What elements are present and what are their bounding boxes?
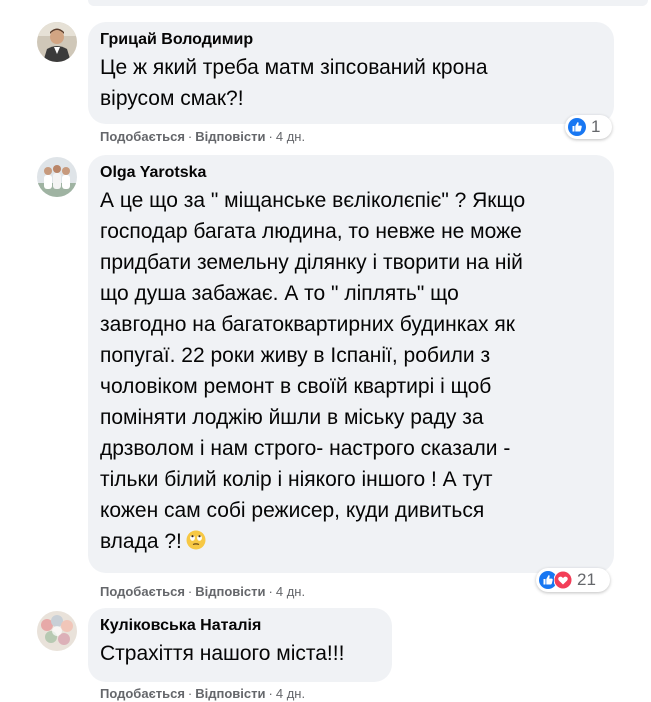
comment-timestamp[interactable]: 4 дн.	[276, 686, 305, 701]
comment-timestamp[interactable]: 4 дн.	[276, 129, 305, 144]
comment-line-last: влада ?!	[100, 526, 602, 557]
reply-button[interactable]: Відповісти	[195, 584, 265, 599]
comment-line: дрзволом і нам строго- настрого сказали …	[100, 437, 511, 460]
like-icon	[568, 118, 586, 136]
separator-dot: ·	[187, 129, 193, 144]
reactions-summary[interactable]: 21	[536, 568, 610, 592]
avatar[interactable]	[37, 22, 77, 62]
like-button[interactable]: Подобається	[100, 584, 185, 599]
comment-line: господар багата людина, то невже не може	[100, 220, 522, 243]
comment-line: чоловіком ремонт в своїй квартирі і щоб	[100, 375, 492, 398]
comment-actions: Подобається · Відповісти · 4 дн.	[100, 584, 305, 600]
reply-button[interactable]: Відповісти	[195, 686, 265, 701]
comment-actions: Подобається · Відповісти · 4 дн.	[100, 686, 305, 702]
comment-line: завгодно на багатоквартирних будинках як	[100, 313, 515, 336]
comment-text: А це що за " міщанське вєліколєпіє" ? Як…	[100, 185, 602, 557]
reactions-summary[interactable]: 1	[565, 115, 612, 139]
comment-line: Страхіття нашого міста!!!	[100, 642, 345, 665]
separator-dot: ·	[268, 686, 273, 701]
rolling-eyes-emoji-icon	[186, 530, 206, 550]
comment-line: попугаї. 22 роки живу в Іспанії, робили …	[100, 344, 491, 367]
comment-line: Це ж який треба матм зіпсований крона	[100, 56, 488, 79]
comment-line: що душа забажає. А то " ліплять" що	[100, 282, 459, 305]
comment-line: кожен сам собі режисер, куди дивиться	[100, 499, 485, 522]
comment-bubble: Грицай Володимир Це ж який треба матм зі…	[88, 22, 614, 124]
comment-line: А це що за " міщанське вєліколєпіє" ? Як…	[100, 189, 526, 212]
comment-line: придбати земельну ділянку і творити на н…	[100, 251, 523, 274]
reaction-count: 1	[591, 117, 601, 136]
like-button[interactable]: Подобається	[100, 129, 185, 144]
separator-dot: ·	[268, 129, 273, 144]
comment-author[interactable]: Olga Yarotska	[100, 163, 602, 183]
love-icon	[554, 571, 572, 589]
comment-bubble: Куліковська Наталія Страхіття нашого міс…	[88, 608, 392, 682]
reaction-count: 21	[577, 570, 596, 589]
comment-line: тільки білий колір і ніякого іншого ! А …	[100, 468, 493, 491]
avatar[interactable]	[37, 157, 77, 197]
separator-dot: ·	[187, 584, 193, 599]
previous-comment-bubble-edge	[88, 0, 648, 6]
separator-dot: ·	[187, 686, 193, 701]
comment-actions: Подобається · Відповісти · 4 дн.	[100, 129, 305, 145]
comment-text: Страхіття нашого міста!!!	[100, 638, 380, 669]
comment-text: Це ж який треба матм зіпсований крона ві…	[100, 52, 602, 114]
comment-line: влада ?!	[100, 530, 182, 553]
reply-button[interactable]: Відповісти	[195, 129, 265, 144]
comment-timestamp[interactable]: 4 дн.	[276, 584, 305, 599]
separator-dot: ·	[268, 584, 273, 599]
comment-line: поміняти лоджію йшли в міську раду за	[100, 406, 484, 429]
comment-line: вірусом смак?!	[100, 87, 244, 110]
avatar[interactable]	[37, 611, 77, 651]
comment-bubble: Olga Yarotska А це що за " міщанське вєл…	[88, 155, 614, 573]
comment-author[interactable]: Куліковська Наталія	[100, 616, 380, 636]
like-button[interactable]: Подобається	[100, 686, 185, 701]
comment-author[interactable]: Грицай Володимир	[100, 30, 602, 50]
